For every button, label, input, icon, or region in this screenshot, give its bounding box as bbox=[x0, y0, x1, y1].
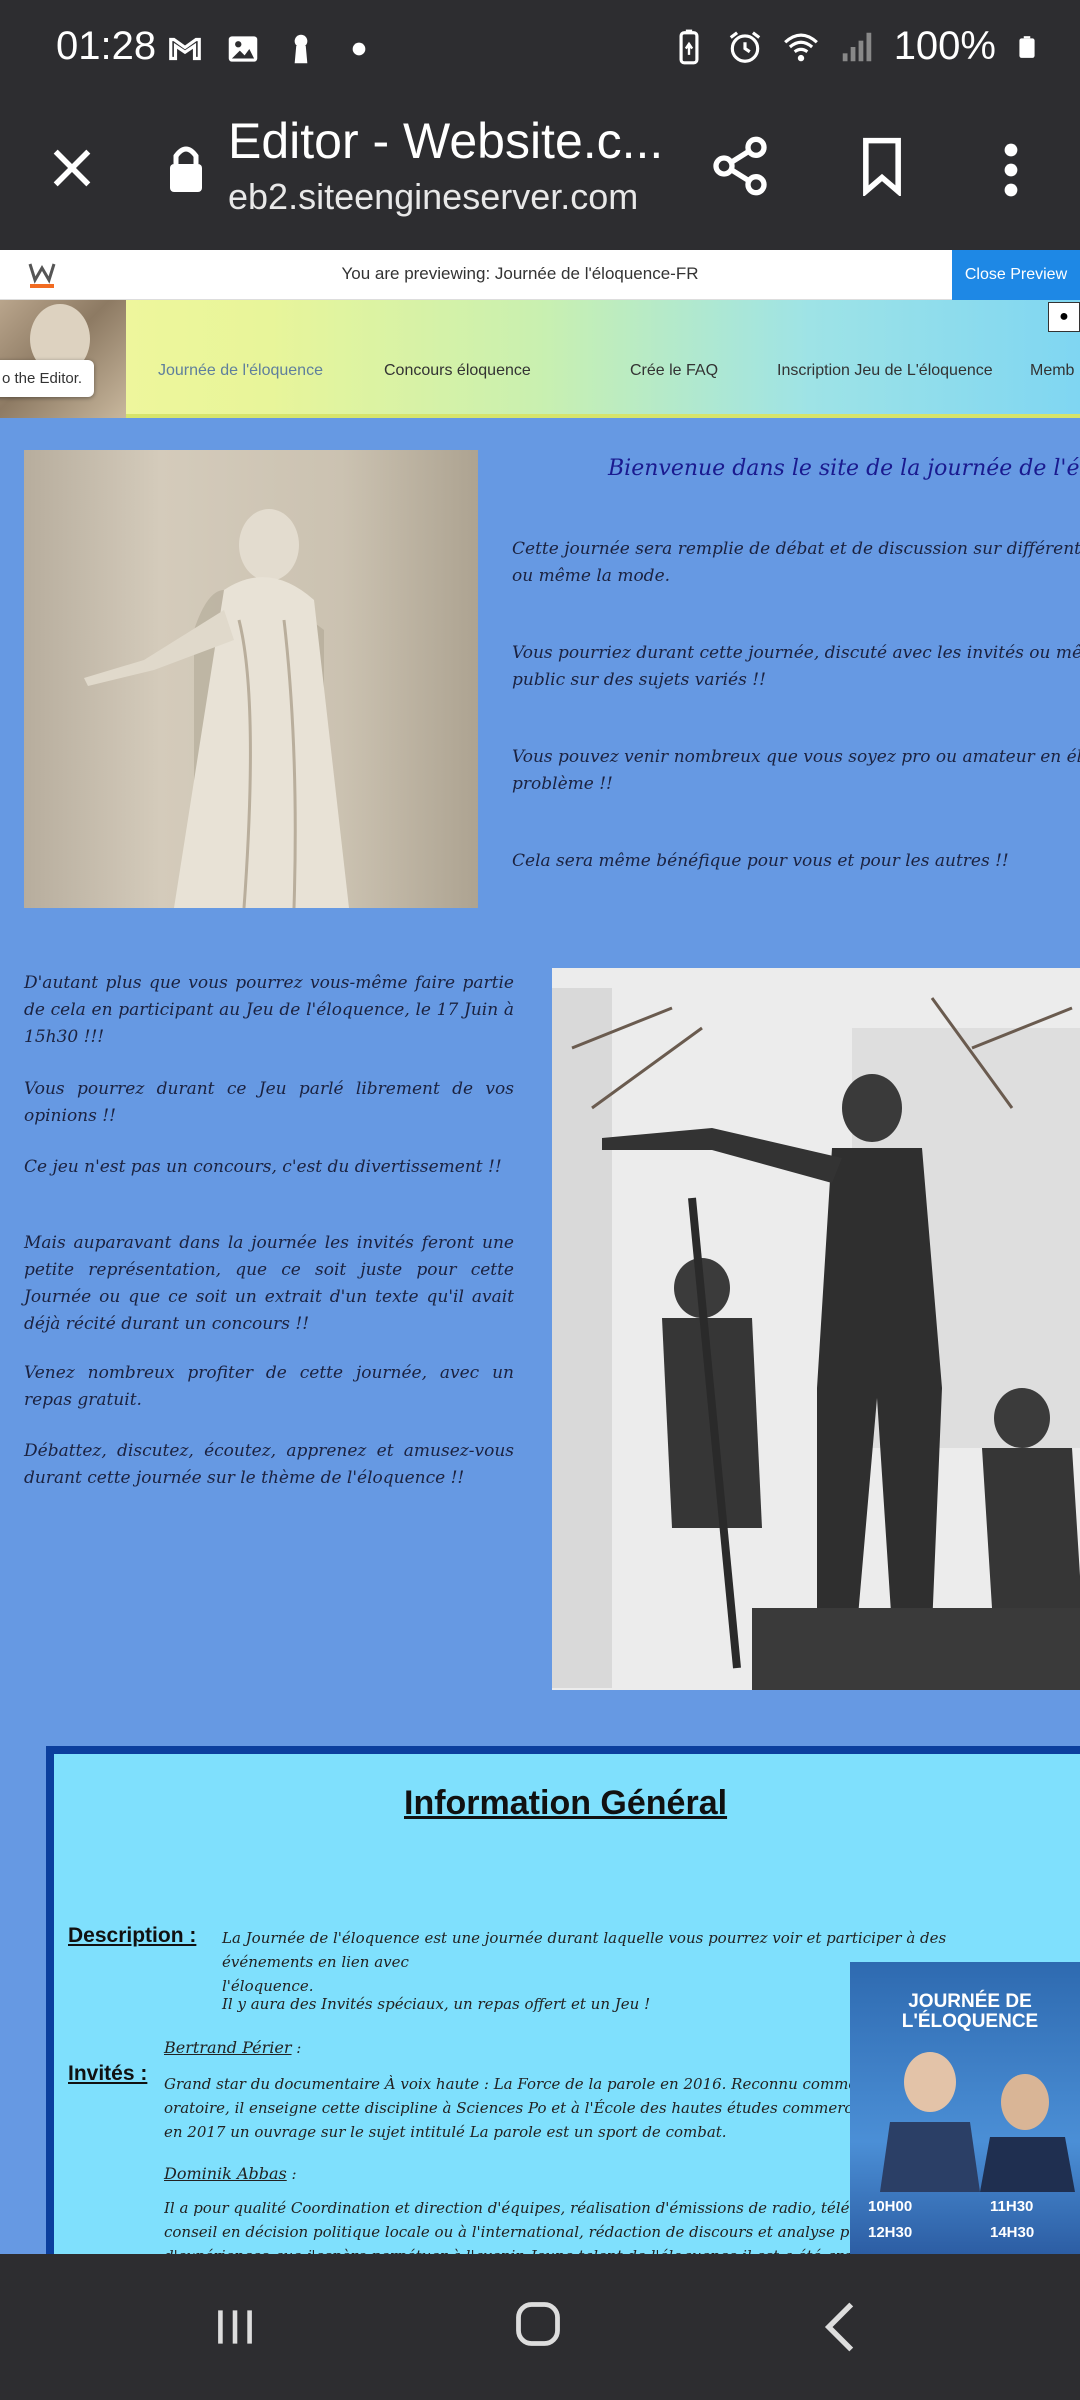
description-extra: Il y aura des Invités spéciaux, un repas… bbox=[222, 1995, 651, 2013]
body-paragraph: Ce jeu n'est pas un concours, c'est du d… bbox=[24, 1157, 502, 1177]
status-right: 100% bbox=[670, 24, 1040, 69]
body-paragraph: Venez nombreux profiter de cette journée… bbox=[24, 1363, 514, 1410]
body-paragraph: D'autant plus que vous pourrez vous-même… bbox=[24, 973, 514, 1047]
description-label: Description : bbox=[68, 1924, 197, 1947]
close-preview-button[interactable]: Close Preview bbox=[952, 250, 1080, 300]
nav-item-concours[interactable]: Concours éloquence bbox=[384, 362, 531, 380]
poster-time: 12H30 bbox=[868, 2224, 913, 2241]
guest-2-bio: Il a pour qualité Coordination et direct… bbox=[164, 2199, 854, 2254]
statue-image-1 bbox=[24, 450, 478, 908]
body-paragraph: Débattez, discutez, écoutez, apprenez et… bbox=[24, 1441, 514, 1488]
preview-text: You are previewing: Journée de l'éloquen… bbox=[341, 264, 699, 283]
back-icon[interactable] bbox=[820, 2300, 860, 2354]
info-title: Information Général bbox=[404, 1784, 728, 1822]
nav-item-membres[interactable]: Memb bbox=[1030, 362, 1074, 380]
signal-icon bbox=[842, 32, 871, 61]
system-nav-bar bbox=[0, 2254, 1080, 2400]
body-paragraph: Mais auparavant dans la journée les invi… bbox=[24, 1233, 514, 1334]
battery-saver-icon bbox=[679, 29, 699, 64]
header-thumbnail bbox=[0, 300, 126, 418]
url-text[interactable]: eb2.siteengineserver.com bbox=[228, 176, 638, 218]
editor-tooltip[interactable]: o the Editor. bbox=[0, 360, 95, 397]
intro-paragraph: Cela sera même bénéfique pour vous et po… bbox=[512, 851, 1009, 871]
close-icon[interactable] bbox=[44, 140, 100, 196]
guest-2-heading: Dominik Abbas : bbox=[164, 2164, 297, 2183]
alarm-icon bbox=[729, 30, 760, 63]
gmail-icon bbox=[169, 37, 201, 61]
welcome-heading: Bienvenue dans le site de la journée de … bbox=[608, 456, 1080, 481]
wifi-icon bbox=[783, 33, 818, 61]
status-time: 01:28 bbox=[56, 24, 157, 68]
browser-toolbar: Editor - Website.c... eb2.siteengineserv… bbox=[0, 100, 1080, 250]
poster-time: 11H30 bbox=[990, 2198, 1034, 2215]
preview-bar: You are previewing: Journée de l'éloquen… bbox=[0, 250, 1080, 300]
poster-time: 14H30 bbox=[990, 2224, 1035, 2241]
intro-paragraph: Vous pouvez venir nombreux que vous soye… bbox=[512, 747, 1080, 794]
body-paragraph: Vous pourrez durant ce Jeu parlé libreme… bbox=[24, 1079, 514, 1126]
guest-1-heading: Bertrand Périer : bbox=[164, 2038, 302, 2057]
statue-image-2 bbox=[552, 968, 1080, 1690]
lock-icon bbox=[170, 146, 202, 192]
notification-icons bbox=[166, 30, 378, 68]
battery-icon bbox=[1019, 35, 1035, 58]
nav-item-journee[interactable]: Journée de l'éloquence bbox=[158, 362, 323, 380]
status-bar: 01:28 100% bbox=[0, 0, 1080, 100]
globe-icon[interactable]: ● bbox=[1048, 302, 1080, 332]
guest-1-bio: Grand star du documentaire À voix haute … bbox=[164, 2075, 854, 2141]
recent-apps-icon[interactable] bbox=[210, 2302, 260, 2352]
home-icon[interactable] bbox=[512, 2298, 564, 2350]
poster-time: 10H00 bbox=[868, 2198, 913, 2215]
keyhole-icon bbox=[294, 34, 308, 64]
nav-item-faq[interactable]: Crée le FAQ bbox=[630, 362, 718, 380]
site-nav: o the Editor. ● Journée de l'éloquence C… bbox=[0, 300, 1080, 418]
dot-icon bbox=[352, 42, 366, 56]
more-options-icon[interactable] bbox=[996, 140, 1026, 200]
battery-percent: 100% bbox=[893, 24, 996, 68]
info-box: Information Général Description : La Jou… bbox=[46, 1746, 1080, 2254]
bookmark-icon[interactable] bbox=[858, 136, 906, 196]
nav-item-inscription[interactable]: Inscription Jeu de L'éloquence bbox=[777, 362, 993, 380]
web-content: You are previewing: Journée de l'éloquen… bbox=[0, 250, 1080, 2254]
intro-paragraph: Vous pourriez durant cette journée, disc… bbox=[512, 643, 1080, 690]
gallery-icon bbox=[228, 36, 258, 62]
intro-paragraph: Cette journée sera remplie de débat et d… bbox=[512, 539, 1080, 586]
event-poster: JOURNÉE DE L'ÉLOQUENCE 10H00 11H30 12H30… bbox=[850, 1962, 1080, 2254]
guests-label: Invités : bbox=[68, 2062, 148, 2085]
page-title[interactable]: Editor - Website.c... bbox=[228, 112, 663, 170]
share-icon[interactable] bbox=[708, 134, 772, 198]
